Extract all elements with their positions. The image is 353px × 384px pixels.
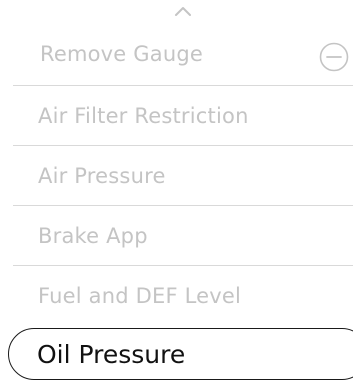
gauge-item-oil-pressure-selected[interactable]: Oil Pressure xyxy=(8,328,353,380)
gauge-item-label: Air Pressure xyxy=(38,164,166,188)
gauge-item-fuel-and-def-level[interactable]: Fuel and DEF Level xyxy=(0,266,353,326)
gauge-item-air-pressure[interactable]: Air Pressure xyxy=(0,146,353,206)
remove-gauge-item[interactable]: Remove Gauge xyxy=(0,22,353,86)
selected-gauge-label: Oil Pressure xyxy=(37,339,186,369)
remove-gauge-label: Remove Gauge xyxy=(40,42,203,66)
gauge-item-label: Brake App xyxy=(38,224,148,248)
gauge-item-air-filter-restriction[interactable]: Air Filter Restriction xyxy=(0,86,353,146)
gauge-list: Remove Gauge Air Filter Restriction Air … xyxy=(0,22,353,326)
gauge-item-brake-app[interactable]: Brake App xyxy=(0,206,353,266)
gauge-item-label: Air Filter Restriction xyxy=(38,104,249,128)
gauge-item-label: Fuel and DEF Level xyxy=(38,284,242,308)
scroll-up-chevron-icon[interactable] xyxy=(172,4,194,18)
gauge-picker-screen: Remove Gauge Air Filter Restriction Air … xyxy=(0,0,353,384)
minus-circle-icon[interactable] xyxy=(319,42,349,72)
